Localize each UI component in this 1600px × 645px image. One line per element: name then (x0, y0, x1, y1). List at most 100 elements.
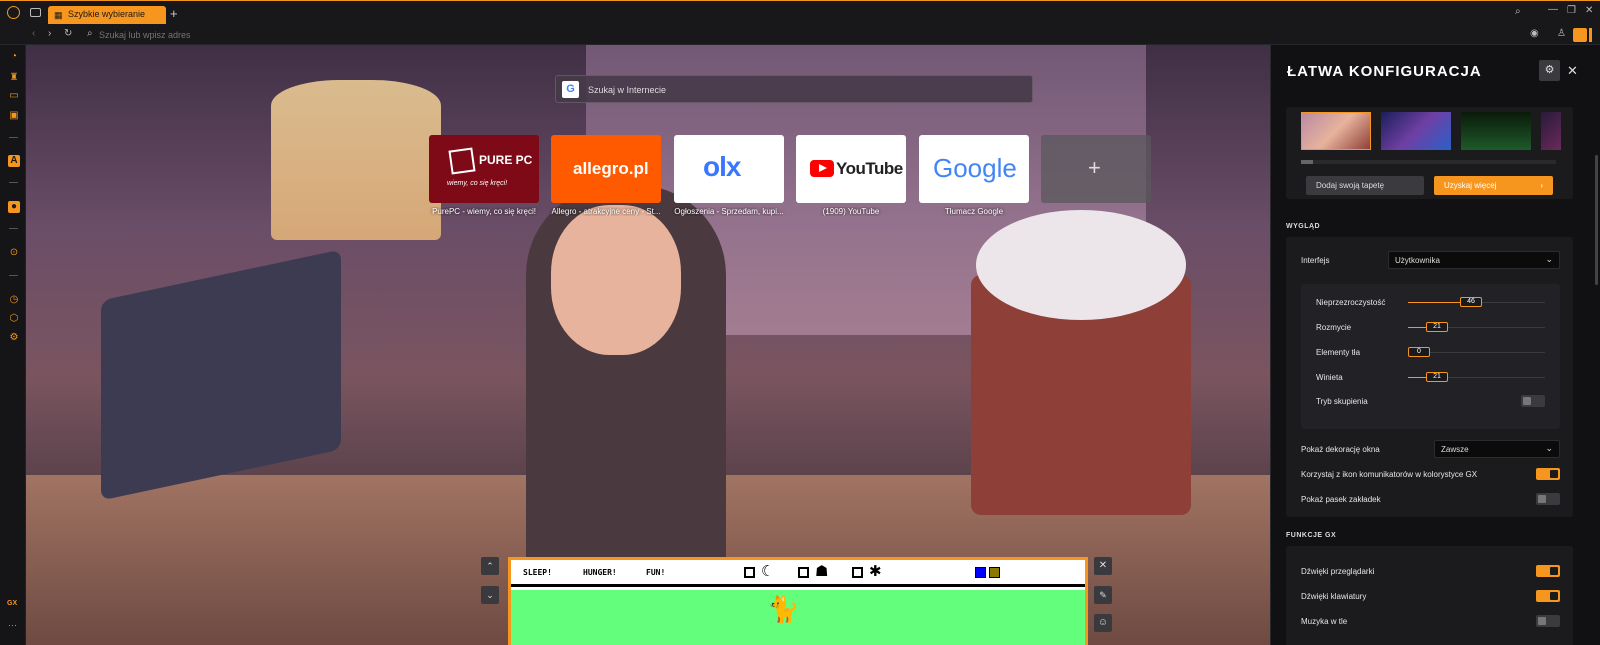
youtube-logo-text: YouTube (836, 159, 903, 178)
tab-speed-dial[interactable]: ▦ Szybkie wybieranie (48, 6, 166, 24)
camera-icon[interactable]: ◉ (1530, 29, 1539, 39)
window-decor-dropdown[interactable]: Zawsze ⌄ (1434, 440, 1560, 458)
sleep-checkbox-icon[interactable] (744, 567, 755, 578)
web-search-box[interactable]: G Szukaj w Internecie (555, 75, 1033, 103)
game-scroll-down-button[interactable]: ⌄ (481, 586, 499, 604)
speed-dial-label: Allegro - atrakcyjne ceny - St... (551, 207, 661, 216)
easy-setup-panel: ŁATWA KONFIGURACJA ⚙ ✕ Dodaj swoją tapet… (1270, 45, 1600, 645)
speed-dial-tile-purepc[interactable]: PURE PC wiemy, co się kręci! (429, 135, 539, 203)
play-checkbox-icon[interactable] (852, 567, 863, 578)
keyboard-sounds-label: Dźwięki klawiatury (1301, 592, 1367, 601)
address-input[interactable] (99, 28, 499, 42)
pet-cat-icon[interactable]: 🐈 (767, 594, 799, 625)
game-emoji-button[interactable]: ☺ (1094, 614, 1112, 632)
speed-dial-tile-allegro[interactable]: allegro.pl (551, 135, 661, 203)
slider-thumb[interactable]: 46 (1460, 297, 1482, 307)
bg-music-toggle[interactable] (1536, 615, 1560, 627)
toggle-knob (1550, 567, 1558, 575)
opera-gx-logo[interactable] (7, 6, 20, 19)
settings-icon[interactable]: ⚙ (8, 332, 20, 344)
browser-sounds-toggle[interactable] (1536, 565, 1560, 577)
wallpaper-thumb[interactable] (1541, 112, 1561, 150)
wallpaper-lamp-shade (271, 80, 441, 240)
speed-dial-tile-olx[interactable]: olx (674, 135, 784, 203)
slider-thumb[interactable]: 0 (1408, 347, 1430, 357)
panel-scrollbar[interactable] (1595, 155, 1598, 285)
close-window-icon[interactable]: ✕ (1585, 6, 1593, 16)
focus-mode-label: Tryb skupienia (1316, 397, 1368, 406)
easy-setup-button[interactable] (1573, 28, 1587, 42)
minimize-icon[interactable]: — (1548, 5, 1558, 15)
maximize-icon[interactable]: ❐ (1567, 6, 1576, 16)
workspaces-icon[interactable] (30, 8, 41, 17)
game-divider (511, 584, 1085, 587)
color-swatch-blue[interactable] (975, 567, 986, 578)
back-icon[interactable]: ‹ (32, 29, 35, 39)
color-swatch-olive[interactable] (989, 567, 1000, 578)
sidebar-divider (9, 275, 18, 276)
profile-icon[interactable]: ♙ (1557, 29, 1566, 39)
slider-thumb[interactable]: 21 (1426, 372, 1448, 382)
player-icon[interactable]: ⊙ (8, 247, 20, 259)
bg-music-label: Muzyka w tle (1301, 617, 1348, 626)
messenger-icons-toggle[interactable] (1536, 468, 1560, 480)
vignette-slider[interactable]: 21 (1408, 372, 1545, 382)
bookmarks-bar-label: Pokaż pasek zakładek (1301, 495, 1381, 504)
opacity-slider[interactable]: 46 (1408, 297, 1545, 307)
messenger-icon[interactable]: ● (8, 201, 20, 213)
wallpaper-thumb[interactable] (1381, 112, 1451, 150)
more-icon[interactable]: ··· (8, 620, 17, 630)
bed-icon: ☾ (761, 563, 775, 580)
purepc-logo-text: PURE PC (479, 153, 533, 167)
blur-slider[interactable]: 21 (1408, 322, 1545, 332)
game-scroll-up-button[interactable]: ⌃ (481, 557, 499, 575)
sidebar-divider (9, 228, 18, 229)
reload-icon[interactable]: ↻ (64, 29, 72, 39)
wallpaper-scrollbar-thumb[interactable] (1301, 160, 1313, 164)
wallpaper-thumb-selected[interactable] (1301, 112, 1371, 150)
chevron-down-icon: ⌄ (1545, 254, 1553, 264)
forward-icon[interactable]: › (48, 29, 51, 39)
history-icon[interactable]: ◷ (8, 294, 20, 306)
wallpaper-scrollbar[interactable] (1301, 160, 1556, 164)
chevron-down-icon: ⌄ (1545, 443, 1553, 453)
panel-close-icon[interactable]: ✕ (1567, 63, 1578, 79)
slider-thumb[interactable]: 21 (1426, 322, 1448, 332)
focus-mode-toggle[interactable] (1521, 395, 1545, 407)
olx-logo: olx (703, 151, 741, 182)
fish-icon: ✱ (869, 563, 882, 580)
pet-game-widget[interactable]: SLEEP! HUNGER! FUN! ☾ ☗ ✱ 🐈 (508, 557, 1088, 645)
new-tab-icon[interactable]: + (170, 7, 178, 20)
address-bar-row: ‹ › ↻ ⌕ ◉ ♙ (0, 25, 1600, 45)
interface-value: Użytkownika (1395, 256, 1440, 265)
wallpaper-thumb[interactable] (1461, 112, 1531, 150)
background-elements-slider[interactable]: 0 (1408, 347, 1545, 357)
feed-checkbox-icon[interactable] (798, 567, 809, 578)
panel-settings-button[interactable]: ⚙ (1539, 60, 1560, 81)
interface-dropdown[interactable]: Użytkownika ⌄ (1388, 251, 1560, 269)
gx-label[interactable]: GX (7, 600, 17, 607)
game-close-button[interactable]: ✕ (1094, 557, 1112, 575)
wallpaper-section: Dodaj swoją tapetę Uzyskaj więcej › (1286, 107, 1573, 199)
twitch-icon[interactable]: ▭ (8, 90, 20, 102)
add-site-tile[interactable]: + (1041, 135, 1151, 203)
game-stat-fun: FUN! (646, 568, 666, 577)
keyboard-sounds-toggle[interactable] (1536, 590, 1560, 602)
game-pin-button[interactable]: ✎ (1094, 586, 1112, 604)
bookmarks-bar-toggle[interactable] (1536, 493, 1560, 505)
aria-icon[interactable]: A (8, 155, 20, 167)
add-wallpaper-button[interactable]: Dodaj swoją tapetę (1306, 176, 1424, 195)
sidebar-divider (9, 137, 18, 138)
extensions-icon[interactable]: ⬡ (8, 313, 20, 325)
gx-control-icon[interactable]: ◔ (8, 51, 20, 63)
speed-dial-label: (1909) YouTube (822, 207, 880, 216)
title-bar: ▦ Szybkie wybieranie + ⌕ — ❐ ✕ (0, 0, 1600, 25)
get-more-button[interactable]: Uzyskaj więcej › (1434, 176, 1553, 195)
speed-dial-tile-youtube[interactable]: YouTube (796, 135, 906, 203)
toggle-knob (1550, 470, 1558, 478)
gx-corner-icon[interactable]: ♜ (8, 72, 20, 84)
speed-dial-tile-google[interactable]: Google (919, 135, 1029, 203)
discord-icon[interactable]: ▣ (8, 110, 20, 122)
search-tabs-icon[interactable]: ⌕ (1515, 7, 1521, 17)
toggle-knob (1550, 592, 1558, 600)
